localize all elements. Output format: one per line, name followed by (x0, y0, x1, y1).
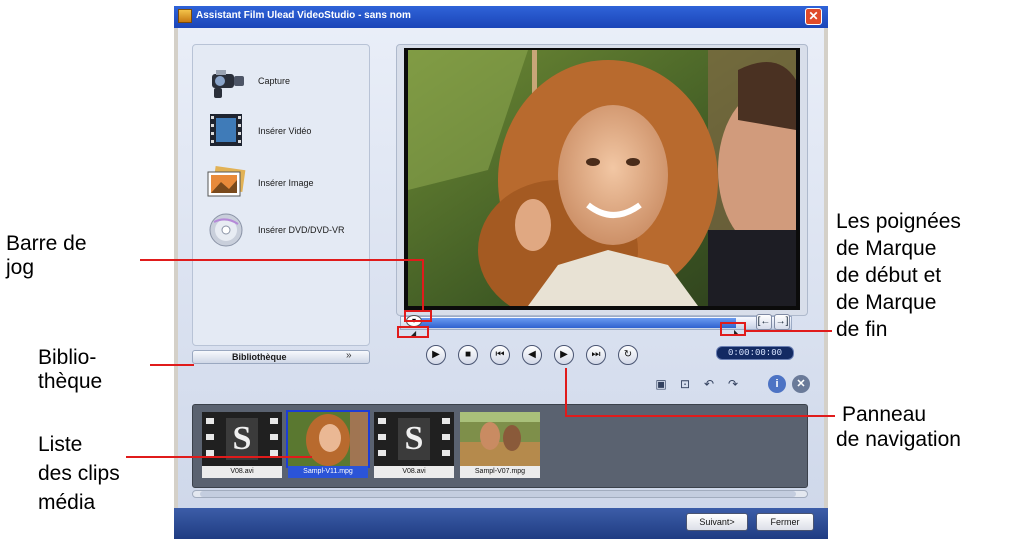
rotate-left-icon[interactable]: ↶ (700, 375, 718, 393)
window-close-button[interactable]: ✕ (805, 8, 822, 25)
clip-name: V08.avi (374, 466, 454, 478)
jog-bar-highlight-box (404, 310, 432, 322)
jog-bar-leader-line-vertical (422, 259, 424, 311)
photo-icon[interactable] (204, 164, 248, 200)
insert-video-option[interactable]: Insérer Vidéo (258, 126, 311, 136)
scrollbar-thumb[interactable] (200, 491, 796, 497)
previous-frame-button[interactable]: ◀ (522, 345, 542, 365)
clips-leader-line (126, 456, 312, 458)
camcorder-icon[interactable] (204, 64, 248, 100)
annotation-handles-line2: de Marque (836, 237, 937, 260)
annotation-clips-line3: média (38, 491, 96, 514)
app-icon (178, 9, 192, 23)
playback-progress (416, 318, 736, 328)
end-button[interactable]: ⏭ (586, 345, 606, 365)
play-button[interactable]: ▶ (426, 345, 446, 365)
stop-button[interactable]: ■ (458, 345, 478, 365)
capture-frame-icon[interactable]: ▣ (652, 375, 670, 393)
capture-option[interactable]: Capture (258, 76, 290, 86)
next-button[interactable]: Suivant> (686, 513, 748, 531)
clip-name: Sampl-V07.mpg (460, 466, 540, 478)
preview-video (408, 50, 796, 306)
clip-name: Sampl-V11.mpg (288, 466, 368, 478)
film-clip-thumbnail: S (374, 412, 454, 466)
window-title: Assistant Film Ulead VideoStudio - sans … (196, 10, 411, 21)
disc-icon[interactable] (204, 212, 248, 248)
clip-name: V08.avi (202, 466, 282, 478)
clip-item[interactable]: S V08.avi (202, 412, 282, 478)
nav-leader-line-vertical (565, 368, 567, 416)
annotation-handles-line4: de Marque (836, 291, 937, 314)
delete-icon[interactable]: ✕ (792, 375, 810, 393)
library-label: Bibliothèque (232, 352, 287, 362)
annotation-nav-line1: Panneau (842, 403, 927, 426)
nav-leader-line (565, 415, 835, 417)
mark-out-button[interactable]: →] (774, 314, 790, 330)
insert-dvd-option[interactable]: Insérer DVD/DVD-VR (258, 225, 345, 235)
timecode-display[interactable]: 0:00:00:00 (716, 346, 794, 360)
repeat-button[interactable]: ↻ (618, 345, 638, 365)
annotation-handles-line1: Les poignées (836, 210, 961, 233)
annotation-nav-line2: de navigation (836, 428, 961, 451)
annotation-jog-bar-line1: Barre de (6, 232, 87, 255)
mark-in-highlight-box (397, 326, 429, 338)
info-icon[interactable]: i (768, 375, 786, 393)
photo-clip-thumbnail (460, 412, 540, 466)
save-frame-icon[interactable]: ⊡ (676, 375, 694, 393)
annotation-clips-line2: des clips (38, 462, 120, 485)
insert-image-option[interactable]: Insérer Image (258, 178, 314, 188)
annotation-handles-line5: de fin (836, 318, 888, 341)
handles-leader-line (746, 330, 832, 332)
close-button[interactable]: Fermer (756, 513, 814, 531)
library-leader-line (150, 364, 194, 366)
annotation-handles-line3: de début et (836, 264, 942, 287)
rotate-right-icon[interactable]: ↷ (724, 375, 742, 393)
clip-item[interactable]: S V08.avi (374, 412, 454, 478)
annotation-library-line1: Biblio- (38, 346, 97, 369)
home-button[interactable]: ⏮ (490, 345, 510, 365)
mark-in-button[interactable]: [← (756, 314, 772, 330)
film-strip-icon[interactable] (204, 112, 248, 148)
annotation-clips-line1: Liste (38, 433, 83, 456)
mark-out-highlight-box (720, 322, 746, 336)
annotation-jog-bar-line2: jog (6, 256, 35, 279)
chevron-up-icon[interactable]: » (346, 350, 352, 361)
clip-item[interactable]: Sampl-V07.mpg (460, 412, 540, 478)
clip-item-selected[interactable]: Sampl-V11.mpg (286, 410, 370, 478)
annotation-library-line2: thèque (38, 370, 103, 393)
jog-bar-leader-line (140, 259, 424, 261)
next-frame-button[interactable]: ▶ (554, 345, 574, 365)
